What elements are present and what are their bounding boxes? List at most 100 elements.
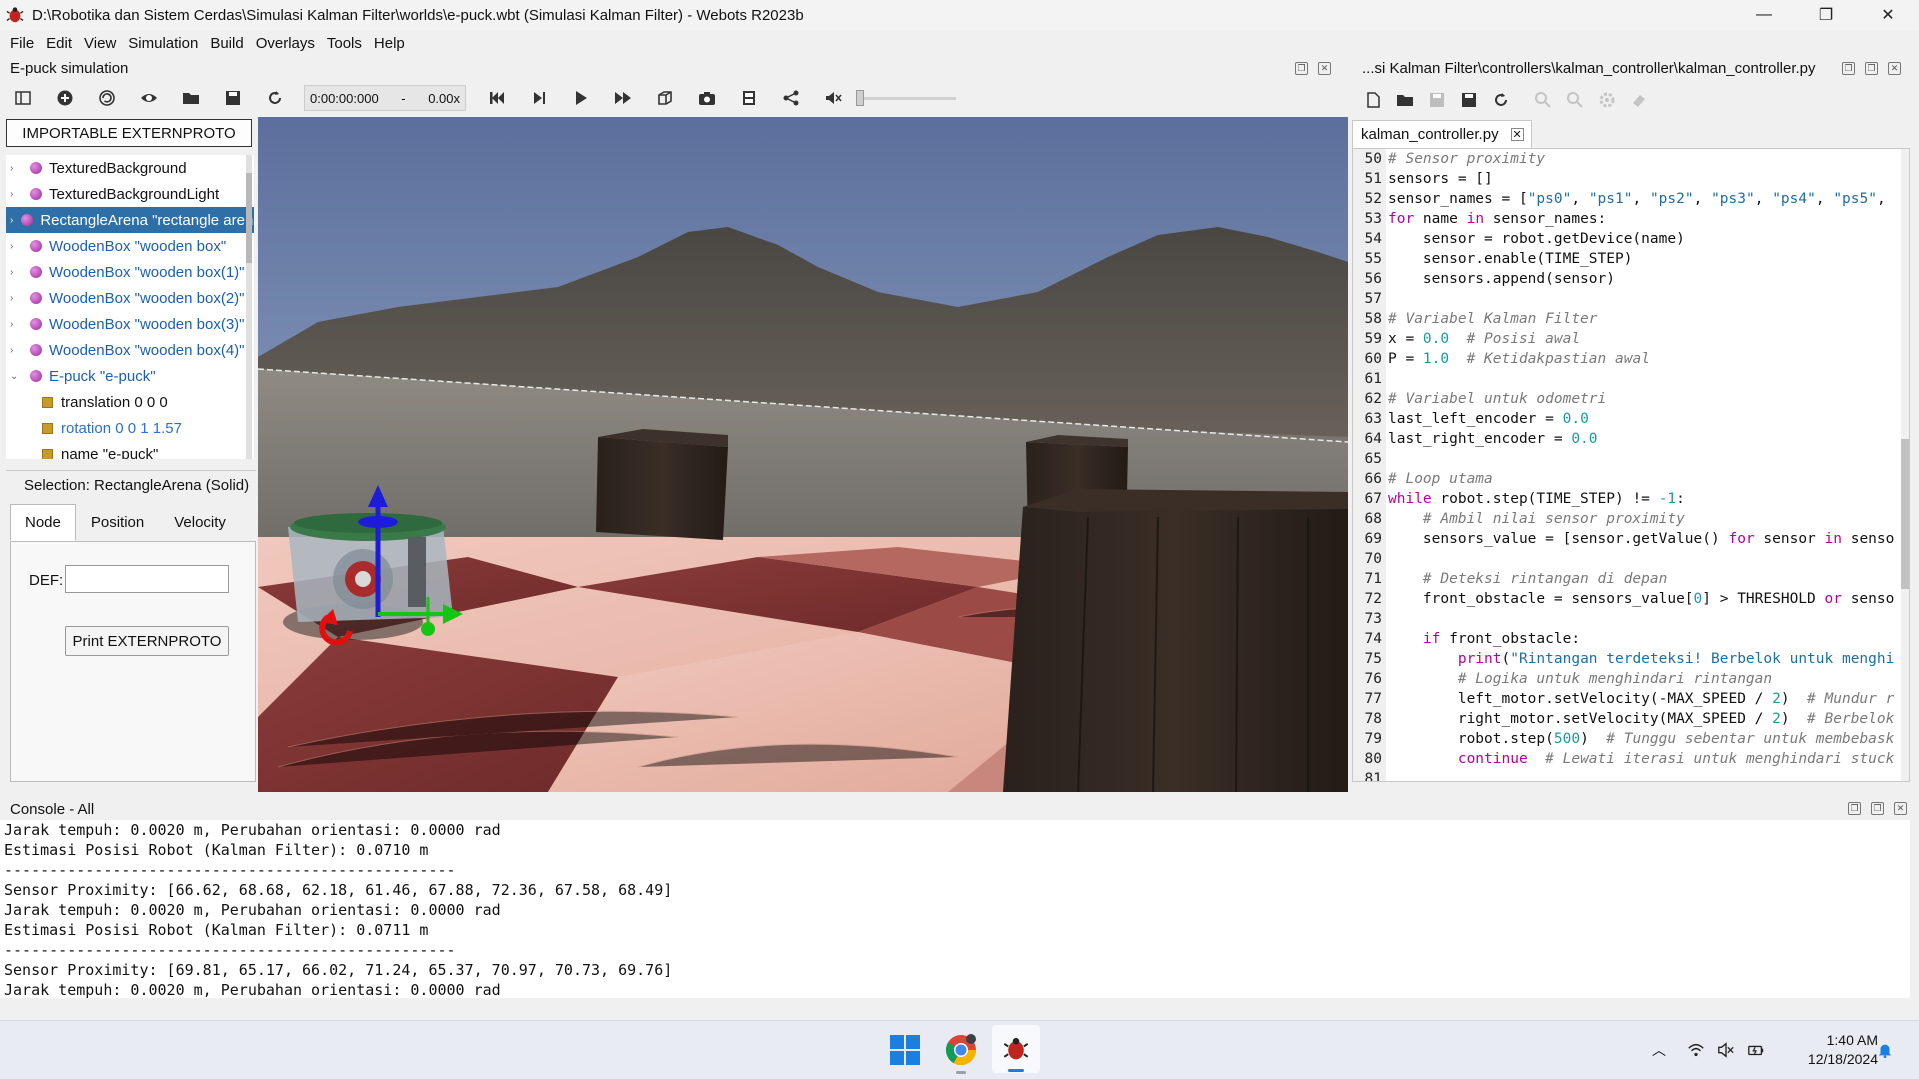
menu-tools[interactable]: Tools (321, 35, 368, 52)
tree-node-wooden-box[interactable]: › WoodenBox "wooden box" (6, 233, 254, 259)
menu-file[interactable]: File (4, 35, 40, 52)
tree-node-wooden-box-3[interactable]: › WoodenBox "wooden box(3)" (6, 311, 254, 337)
code-text[interactable]: # Logika untuk menghindari rintangan (1386, 669, 1772, 689)
expand-arrow-icon[interactable]: › (10, 345, 22, 356)
code-text[interactable]: x = 0.0 # Posisi awal (1386, 329, 1580, 349)
restore-panel-icon[interactable]: ❐ (1848, 802, 1861, 815)
tree-scrollbar[interactable] (246, 155, 252, 459)
battery-charging-icon[interactable] (1745, 1039, 1767, 1061)
step-button[interactable] (526, 85, 552, 111)
code-line[interactable]: 54 sensor = robot.getDevice(name) (1353, 229, 1909, 249)
new-file-button[interactable] (1360, 87, 1386, 113)
expand-arrow-icon[interactable]: › (10, 293, 22, 304)
code-text[interactable]: last_left_encoder = 0.0 (1386, 409, 1589, 429)
clock[interactable]: 1:40 AM 12/18/2024 (1782, 1031, 1878, 1069)
code-text[interactable]: # Deteksi rintangan di depan (1386, 569, 1667, 589)
float-panel-icon[interactable]: ❐ (1871, 802, 1884, 815)
tree-field-translation[interactable]: translation 0 0 0 (6, 389, 254, 415)
code-text[interactable]: sensors_value = [sensor.getValue() for s… (1386, 529, 1894, 549)
menu-build[interactable]: Build (204, 35, 249, 52)
importable-externproto-button[interactable]: IMPORTABLE EXTERNPROTO (6, 119, 252, 147)
code-line[interactable]: 81 (1353, 769, 1909, 781)
revert-button[interactable] (1488, 87, 1514, 113)
start-button[interactable] (890, 1035, 920, 1065)
menu-edit[interactable]: Edit (40, 35, 78, 52)
code-line[interactable]: 58 # Variabel Kalman Filter (1353, 309, 1909, 329)
code-text[interactable]: # Loop utama (1386, 469, 1493, 489)
code-text[interactable]: right_motor.setVelocity(MAX_SPEED / 2) #… (1386, 709, 1895, 729)
replace-button[interactable] (1562, 87, 1588, 113)
notification-bell-icon[interactable] (1874, 1039, 1896, 1061)
expand-arrow-icon[interactable]: › (10, 319, 22, 330)
code-line[interactable]: 55 sensor.enable(TIME_STEP) (1353, 249, 1909, 269)
expand-arrow-icon[interactable]: › (10, 241, 22, 252)
code-line[interactable]: 61 (1353, 369, 1909, 389)
volume-muted-icon[interactable] (1715, 1039, 1737, 1061)
code-text[interactable]: sensors = [] (1386, 169, 1493, 189)
code-text[interactable]: while robot.step(TIME_STEP) != -1: (1386, 489, 1685, 509)
code-line[interactable]: 73 (1353, 609, 1909, 629)
reset-simulation-button[interactable] (484, 85, 510, 111)
rendering-toggle-button[interactable] (652, 85, 678, 111)
def-field[interactable] (65, 565, 229, 593)
code-line[interactable]: 63 last_left_encoder = 0.0 (1353, 409, 1909, 429)
code-text[interactable] (1386, 449, 1388, 469)
maximize-button[interactable]: ❐ (1795, 0, 1857, 30)
reload-node-button[interactable] (94, 85, 120, 111)
code-line[interactable]: 80 continue # Lewati iterasi untuk mengh… (1353, 749, 1909, 769)
code-text[interactable] (1386, 609, 1388, 629)
code-text[interactable] (1386, 769, 1388, 781)
code-line[interactable]: 51 sensors = [] (1353, 169, 1909, 189)
close-panel-icon[interactable]: ✕ (1888, 62, 1901, 75)
code-line[interactable]: 50 # Sensor proximity (1353, 149, 1909, 169)
tree-node-wooden-box-1[interactable]: › WoodenBox "wooden box(1)" (6, 259, 254, 285)
tree-node-textured-background[interactable]: › TexturedBackground (6, 155, 254, 181)
code-line[interactable]: 79 robot.step(500) # Tunggu sebentar unt… (1353, 729, 1909, 749)
3d-scene-render[interactable] (258, 117, 1348, 792)
tree-field-name[interactable]: name "e-puck" (6, 441, 254, 459)
close-panel-icon[interactable]: ✕ (1894, 802, 1907, 815)
reload-world-button[interactable] (262, 85, 288, 111)
save-world-button[interactable] (220, 85, 246, 111)
code-line[interactable]: 60 P = 1.0 # Ketidakpastian awal (1353, 349, 1909, 369)
chrome-taskbar-icon[interactable] (944, 1033, 978, 1074)
volume-slider-handle[interactable] (856, 90, 864, 106)
expand-arrow-icon[interactable]: › (10, 267, 22, 278)
wifi-icon[interactable] (1685, 1039, 1707, 1061)
toggle-scene-tree-button[interactable] (10, 85, 36, 111)
close-button[interactable]: ✕ (1857, 0, 1919, 30)
code-text[interactable]: robot.step(500) # Tunggu sebentar untuk … (1386, 729, 1895, 749)
volume-slider[interactable] (856, 89, 956, 107)
code-text[interactable]: sensor.enable(TIME_STEP) (1386, 249, 1633, 269)
code-text[interactable]: # Sensor proximity (1386, 149, 1545, 169)
fast-forward-button[interactable] (610, 85, 636, 111)
code-line[interactable]: 76 # Logika untuk menghindari rintangan (1353, 669, 1909, 689)
tree-node-wooden-box-4[interactable]: › WoodenBox "wooden box(4)" (6, 337, 254, 363)
tree-node-textured-background-light[interactable]: › TexturedBackgroundLight (6, 181, 254, 207)
code-text[interactable] (1386, 549, 1388, 569)
tree-scrollbar-thumb[interactable] (246, 173, 252, 263)
expand-arrow-icon[interactable]: › (10, 189, 22, 200)
close-panel-icon[interactable]: ✕ (1318, 62, 1331, 75)
record-movie-button[interactable] (736, 85, 762, 111)
code-text[interactable]: sensor_names = ["ps0", "ps1", "ps2", "ps… (1386, 189, 1886, 209)
code-line[interactable]: 53 for name in sensor_names: (1353, 209, 1909, 229)
code-text[interactable] (1386, 289, 1388, 309)
tree-node-rectangle-arena[interactable]: › RectangleArena "rectangle arena" (6, 207, 254, 233)
tree-node-wooden-box-2[interactable]: › WoodenBox "wooden box(2)" (6, 285, 254, 311)
webots-taskbar-icon[interactable] (992, 1025, 1040, 1073)
tab-velocity[interactable]: Velocity (159, 504, 241, 541)
menu-help[interactable]: Help (368, 35, 411, 52)
code-line[interactable]: 71 # Deteksi rintangan di depan (1353, 569, 1909, 589)
menu-overlays[interactable]: Overlays (250, 35, 321, 52)
code-line[interactable]: 77 left_motor.setVelocity(-MAX_SPEED / 2… (1353, 689, 1909, 709)
menu-view[interactable]: View (78, 35, 122, 52)
code-text[interactable]: sensor = robot.getDevice(name) (1386, 229, 1685, 249)
tree-field-rotation[interactable]: rotation 0 0 1 1.57 (6, 415, 254, 441)
code-line[interactable]: 67 while robot.step(TIME_STEP) != -1: (1353, 489, 1909, 509)
code-line[interactable]: 64 last_right_encoder = 0.0 (1353, 429, 1909, 449)
tree-node-e-puck[interactable]: ⌄ E-puck "e-puck" (6, 363, 254, 389)
minimize-button[interactable]: — (1733, 0, 1795, 30)
open-world-button[interactable] (178, 85, 204, 111)
menu-simulation[interactable]: Simulation (122, 35, 204, 52)
